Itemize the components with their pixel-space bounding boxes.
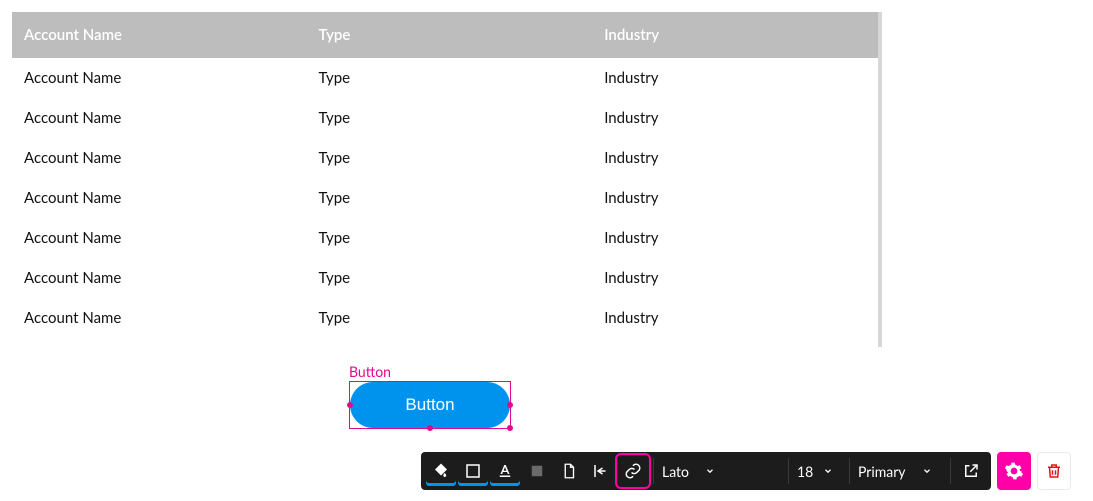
text-color-icon xyxy=(496,462,514,480)
gear-icon xyxy=(1004,461,1024,481)
chevron-down-icon xyxy=(705,466,715,476)
resize-handle-right[interactable] xyxy=(507,402,513,408)
col-header-type[interactable]: Type xyxy=(306,12,592,58)
font-family-select[interactable]: Lato xyxy=(662,463,780,480)
cell-industry: Industry xyxy=(592,178,878,218)
variant-value: Primary xyxy=(858,463,906,480)
toolbar-separator xyxy=(653,458,654,484)
square-icon xyxy=(528,462,546,480)
selection-bounding-box[interactable]: Button xyxy=(349,381,511,429)
resize-handle-left[interactable] xyxy=(347,402,353,408)
chevron-down-icon xyxy=(823,466,833,476)
open-external-icon xyxy=(962,462,980,480)
table-row[interactable]: Account NameTypeIndustry xyxy=(12,98,878,138)
variant-select[interactable]: Primary xyxy=(858,463,942,480)
toolbar-separator xyxy=(788,458,789,484)
cell-industry: Industry xyxy=(592,338,878,347)
accounts-table: Account Name Type Industry Account NameT… xyxy=(12,12,882,347)
page-button[interactable] xyxy=(554,456,584,486)
open-external-button[interactable] xyxy=(956,456,986,486)
cell-type: Type xyxy=(306,178,592,218)
cell-name: Account Name xyxy=(12,138,306,178)
shape-button[interactable] xyxy=(522,456,552,486)
resize-handle-br[interactable] xyxy=(507,425,513,431)
cell-type: Type xyxy=(306,58,592,98)
toolbar-separator xyxy=(849,458,850,484)
cell-type: Type xyxy=(306,338,592,347)
cell-name: Account Name xyxy=(12,258,306,298)
cell-industry: Industry xyxy=(592,138,878,178)
page-icon xyxy=(560,462,578,480)
cell-name: Account Name xyxy=(12,98,306,138)
cell-type: Type xyxy=(306,298,592,338)
cell-name: Account Name xyxy=(12,178,306,218)
cell-type: Type xyxy=(306,218,592,258)
table-row[interactable]: Account NameTypeIndustry xyxy=(12,218,878,258)
selection-label: Button xyxy=(349,363,391,380)
font-family-value: Lato xyxy=(662,463,689,480)
resize-handle-bottom[interactable] xyxy=(427,425,433,431)
toolbar-separator xyxy=(950,458,951,484)
chevron-down-icon xyxy=(922,466,932,476)
table-row[interactable]: Account NameTypeIndustry xyxy=(12,298,878,338)
font-size-select[interactable]: 18 xyxy=(797,463,841,480)
table-header: Account Name Type Industry xyxy=(12,12,878,58)
editor-toolbar: Lato 18 Primary xyxy=(421,452,1071,490)
cell-type: Type xyxy=(306,258,592,298)
link-button[interactable] xyxy=(618,456,648,486)
align-button[interactable] xyxy=(586,456,616,486)
cell-name: Account Name xyxy=(12,58,306,98)
link-icon xyxy=(624,462,642,480)
cell-industry: Industry xyxy=(592,258,878,298)
cell-name: Account Name xyxy=(12,338,306,347)
table-row[interactable]: Account NameTypeIndustry xyxy=(12,58,878,98)
delete-button[interactable] xyxy=(1037,452,1071,490)
col-header-industry[interactable]: Industry xyxy=(592,12,878,58)
border-icon xyxy=(464,462,482,480)
trash-icon xyxy=(1045,462,1063,480)
cell-industry: Industry xyxy=(592,298,878,338)
table-row[interactable]: Account NameTypeIndustry xyxy=(12,138,878,178)
col-header-name[interactable]: Account Name xyxy=(12,12,306,58)
cell-industry: Industry xyxy=(592,58,878,98)
font-size-value: 18 xyxy=(797,463,813,480)
table-row[interactable]: Account NameTypeIndustry xyxy=(12,338,878,347)
table-row[interactable]: Account NameTypeIndustry xyxy=(12,178,878,218)
cell-industry: Industry xyxy=(592,98,878,138)
fill-color-button[interactable] xyxy=(426,456,456,486)
fill-icon xyxy=(432,462,450,480)
cell-name: Account Name xyxy=(12,298,306,338)
cell-name: Account Name xyxy=(12,218,306,258)
text-color-button[interactable] xyxy=(490,456,520,486)
cell-type: Type xyxy=(306,138,592,178)
settings-button[interactable] xyxy=(997,452,1031,490)
border-color-button[interactable] xyxy=(458,456,488,486)
align-left-icon xyxy=(592,462,610,480)
button-component[interactable]: Button xyxy=(350,382,510,428)
cell-type: Type xyxy=(306,98,592,138)
cell-industry: Industry xyxy=(592,218,878,258)
table-row[interactable]: Account NameTypeIndustry xyxy=(12,258,878,298)
